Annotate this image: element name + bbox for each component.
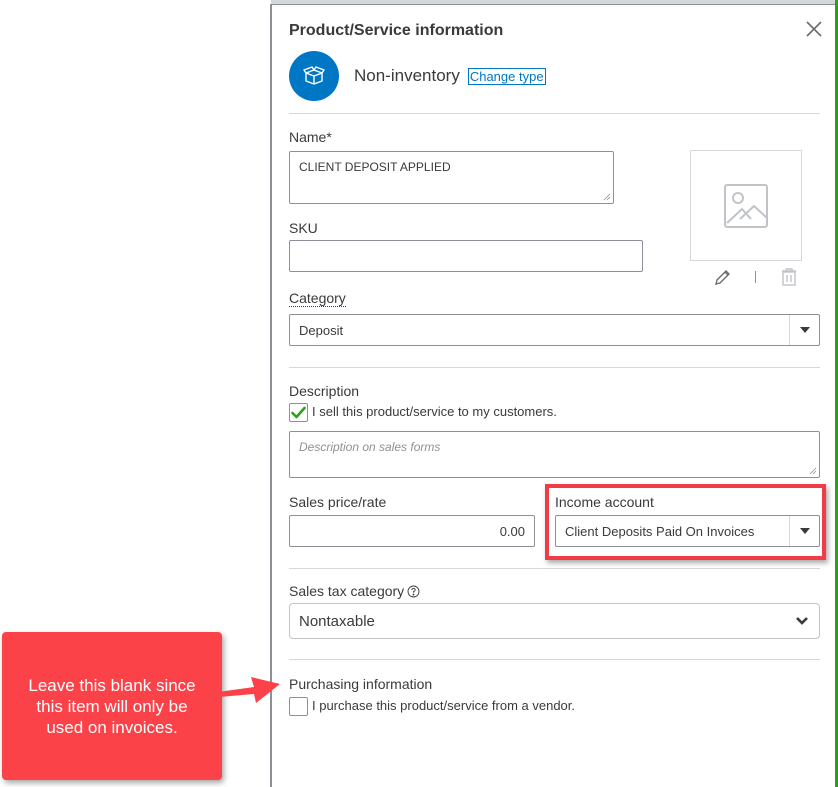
item-type-row: Non-inventory Change type: [289, 51, 546, 101]
sales-tax-label: Sales tax category: [289, 583, 405, 599]
name-value: CLIENT DEPOSIT APPLIED: [299, 160, 451, 174]
resize-grip-icon[interactable]: [809, 467, 817, 475]
box-icon: [303, 66, 325, 85]
name-label: Name*: [289, 129, 332, 145]
help-circle-icon[interactable]: [407, 585, 420, 598]
caret-down-icon: [799, 327, 810, 333]
trash-icon[interactable]: [780, 267, 798, 287]
divider: [289, 367, 820, 368]
item-type-label: Non-inventory: [354, 66, 460, 85]
category-dropdown-toggle[interactable]: [789, 315, 819, 345]
sku-label: SKU: [289, 220, 318, 236]
sales-tax-value: Nontaxable: [299, 612, 375, 630]
checkmark-icon: [291, 406, 306, 419]
annotation-callout-text: Leave this blank since this item will on…: [28, 675, 196, 737]
category-value: Deposit: [299, 322, 344, 338]
sku-input[interactable]: [289, 240, 643, 272]
category-label[interactable]: Category: [289, 290, 346, 307]
purchasing-label: Purchasing information: [289, 676, 433, 692]
pencil-icon[interactable]: [713, 267, 733, 287]
close-button[interactable]: [804, 19, 824, 39]
divider: [289, 568, 820, 569]
sales-description-input[interactable]: Description on sales forms: [289, 431, 820, 478]
category-select[interactable]: Deposit: [289, 314, 820, 346]
name-input[interactable]: CLIENT DEPOSIT APPLIED: [289, 151, 614, 204]
divider: [289, 659, 820, 660]
sales-price-input[interactable]: 0.00: [289, 515, 535, 547]
sales-price-value: 0.00: [499, 524, 525, 539]
sales-price-label: Sales price/rate: [289, 494, 387, 510]
close-icon: [806, 21, 822, 37]
annotation-callout: Leave this blank since this item will on…: [2, 632, 222, 780]
annotation-arrow-icon: [218, 677, 280, 703]
sales-description-placeholder: Description on sales forms: [299, 440, 441, 454]
purchase-checkbox-label: I purchase this product/service from a v…: [312, 698, 576, 713]
purchase-checkbox[interactable]: [289, 697, 308, 716]
description-label: Description: [289, 383, 360, 399]
sell-checkbox-label: I sell this product/service to my custom…: [312, 404, 557, 419]
product-service-panel: Product/Service information Non-inventor…: [270, 4, 835, 787]
sell-checkbox[interactable]: [289, 403, 308, 422]
action-separator: [755, 271, 756, 283]
panel-title: Product/Service information: [289, 22, 504, 39]
resize-grip-icon[interactable]: [603, 193, 611, 201]
divider: [289, 113, 820, 114]
change-type-link[interactable]: Change type: [467, 67, 546, 85]
image-upload-area[interactable]: [690, 150, 802, 261]
income-account-highlight: [545, 484, 826, 560]
sales-tax-select[interactable]: Nontaxable: [289, 603, 820, 639]
sales-tax-label-row: Sales tax category: [289, 583, 420, 599]
image-placeholder-icon: [724, 183, 768, 228]
image-actions: [713, 267, 798, 287]
chevron-down-icon[interactable]: [795, 616, 809, 626]
type-badge: [289, 51, 339, 101]
